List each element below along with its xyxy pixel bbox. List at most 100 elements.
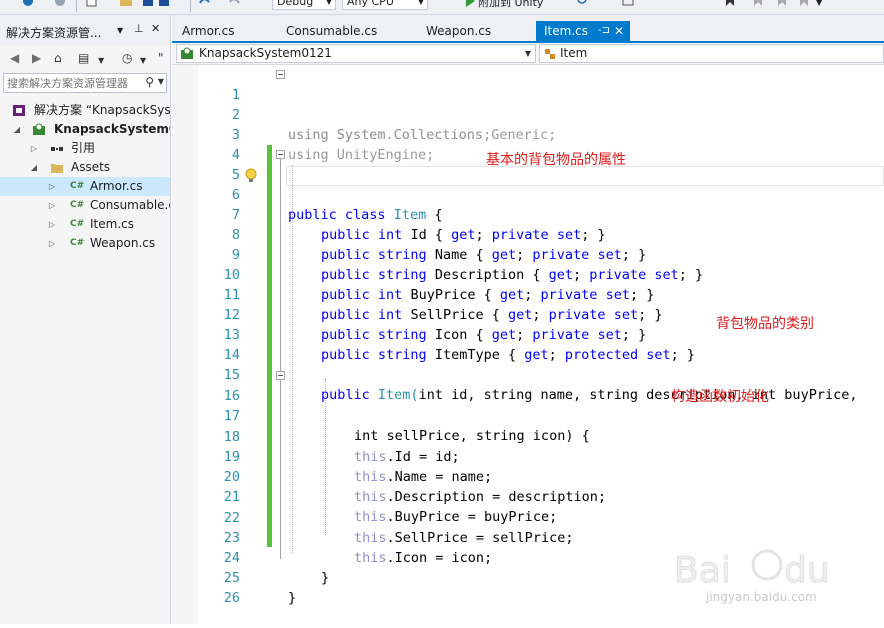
chevron-down-icon[interactable]: ▼ — [98, 54, 104, 68]
tab-consumable[interactable]: Consumable.cs — [278, 21, 408, 42]
csharp-file-icon: C# — [70, 219, 85, 229]
type-value: Item — [560, 46, 588, 60]
code-line: 2 using System.Collections.Generic; — [172, 85, 884, 143]
collapsed-arrow-icon[interactable]: ▷ — [29, 139, 39, 158]
home-icon[interactable]: ⌂ — [54, 51, 62, 65]
tree-item-weapon[interactable]: ▷ C# Weapon.cs — [0, 234, 170, 253]
tree-item-label: 引用 — [71, 141, 96, 155]
toolbar-separator — [190, 0, 191, 12]
tree-item-consumable[interactable]: ▷ C# Consumable.c — [0, 196, 170, 215]
new-project-icon[interactable] — [86, 0, 98, 8]
collapse-icon[interactable] — [276, 371, 285, 380]
chevron-down-icon: ▼ — [325, 0, 332, 6]
tab-label: Weapon.cs — [426, 24, 492, 38]
solution-explorer-panel: 解决方案资源管... ▼ ⊥ ✕ ◀ ▶ ⌂ ▤ ▼ ◷ ▼ " ⚲ ▼ 解决方… — [0, 15, 171, 624]
close-icon[interactable]: ✕ — [151, 23, 160, 35]
code-line: 22 this.SellPrice = sellPrice; — [172, 488, 884, 546]
expanded-arrow-icon[interactable]: ◢ — [12, 120, 22, 139]
close-icon[interactable]: ✕ — [614, 21, 624, 41]
watermark-url: jingyan.baidu.com — [706, 590, 817, 604]
class-icon — [545, 49, 555, 59]
toolbar-overflow-icon[interactable]: ▼ — [816, 0, 822, 7]
comment-icon[interactable] — [672, 0, 684, 8]
solution-search-input[interactable] — [4, 74, 147, 92]
play-icon[interactable] — [464, 0, 476, 8]
code-line: 7 public int Id { get; private set; } — [172, 185, 884, 243]
tree-item-label: 解决方案 “KnapsackSys — [34, 103, 170, 117]
svg-text:Bai: Bai — [674, 550, 731, 591]
redo-icon[interactable] — [228, 0, 240, 8]
code-line: 17 — [172, 386, 884, 424]
code-line: 21 this.BuyPrice = buyPrice; — [172, 467, 884, 525]
csharp-file-icon: C# — [70, 238, 85, 248]
configuration-dropdown[interactable]: Debug ▼ — [272, 0, 336, 10]
chevron-down-icon: ▼ — [417, 0, 424, 6]
pending-changes-icon[interactable]: ◷ — [122, 51, 132, 65]
uncomment-icon[interactable] — [700, 0, 712, 8]
tab-weapon[interactable]: Weapon.cs — [418, 21, 528, 42]
tree-item-project[interactable]: ◢ KnapsackSystem01 — [0, 120, 170, 139]
tree-item-armor[interactable]: ▷ C# Armor.cs — [0, 177, 170, 196]
solution-search-box[interactable]: ⚲ ▼ — [3, 73, 167, 93]
chevron-down-icon[interactable]: ▼ — [140, 54, 146, 68]
bookmark-next-icon[interactable] — [776, 0, 788, 8]
csharp-file-icon: C# — [70, 181, 85, 191]
tab-armor[interactable]: Armor.cs — [174, 21, 270, 42]
annotation-constructor: 构造函数初始化 — [671, 389, 769, 405]
save-icon[interactable] — [142, 0, 154, 8]
collapsed-arrow-icon[interactable]: ▷ — [47, 234, 57, 253]
solution-explorer-header: 解决方案资源管... ▼ ⊥ ✕ — [0, 15, 170, 45]
toolbar-overflow-icon[interactable]: " — [158, 51, 164, 65]
collapse-icon[interactable] — [276, 70, 285, 79]
tree-item-item[interactable]: ▷ C# Item.cs — [0, 215, 170, 234]
code-line: 9 public string Description { get; priva… — [172, 225, 884, 283]
switch-views-icon[interactable]: ▤ — [78, 51, 89, 65]
collapsed-arrow-icon[interactable]: ▷ — [47, 215, 57, 234]
collapse-icon[interactable] — [276, 150, 285, 159]
open-folder-icon[interactable] — [120, 0, 132, 8]
navigate-back-icon[interactable] — [22, 0, 34, 8]
bookmark-icon[interactable] — [724, 0, 736, 8]
tab-item[interactable]: Item.cs -⊐ ✕ — [536, 21, 630, 42]
code-line: 4 — [172, 125, 884, 163]
type-dropdown[interactable]: Item — [539, 44, 884, 63]
bookmark-clear-icon[interactable] — [798, 0, 810, 8]
code-line: 10 public int BuyPrice { get; private se… — [172, 245, 884, 303]
code-line: 19 this.Name = name; — [172, 427, 884, 485]
tree-item-references[interactable]: ▷ 引用 — [0, 139, 170, 158]
project-dropdown[interactable]: KnapsackSystem0121 ▼ — [176, 44, 536, 63]
back-icon[interactable]: ◀ — [10, 51, 19, 65]
tree-item-label: Item.cs — [90, 217, 134, 231]
search-icon[interactable]: ⚲ — [145, 75, 154, 89]
collapsed-arrow-icon[interactable]: ▷ — [47, 196, 57, 215]
svg-text:du: du — [784, 550, 830, 591]
expanded-arrow-icon[interactable]: ◢ — [29, 158, 39, 177]
tree-item-solution[interactable]: 解决方案 “KnapsackSys — [0, 101, 170, 120]
solution-icon — [13, 105, 25, 116]
panel-menu-icon[interactable]: ▼ — [117, 25, 123, 37]
tree-item-label: Weapon.cs — [90, 236, 156, 250]
pin-icon[interactable]: -⊐ — [598, 21, 610, 41]
undo-icon[interactable] — [198, 0, 210, 8]
panel-title: 解决方案资源管... — [6, 26, 102, 40]
platform-dropdown[interactable]: Any CPU ▼ — [342, 0, 428, 10]
tab-label: Armor.cs — [182, 24, 235, 38]
find-icon[interactable] — [576, 0, 588, 8]
save-all-icon[interactable] — [158, 0, 170, 8]
csharp-file-icon: C# — [70, 200, 85, 210]
attach-unity-button[interactable]: 附加到 Unity — [478, 0, 543, 10]
collapsed-arrow-icon[interactable]: ▷ — [47, 177, 57, 196]
code-line: 11 public int SellPrice { get; private s… — [172, 265, 884, 323]
forward-icon[interactable]: ▶ — [32, 51, 41, 65]
chevron-down-icon[interactable]: ▼ — [158, 77, 164, 86]
csharp-project-icon — [181, 47, 193, 59]
bookmark-prev-icon[interactable] — [752, 0, 764, 8]
layout-icon[interactable] — [622, 0, 634, 8]
solution-explorer-toolbar: ◀ ▶ ⌂ ▤ ▼ ◷ ▼ " — [0, 46, 170, 70]
navigate-forward-icon[interactable] — [54, 0, 66, 8]
tree-item-label: Assets — [71, 160, 111, 174]
tab-label: Consumable.cs — [286, 24, 378, 38]
pin-icon[interactable]: ⊥ — [134, 23, 144, 35]
line-number: 26 — [223, 590, 240, 606]
tree-item-assets[interactable]: ◢ Assets — [0, 158, 170, 177]
